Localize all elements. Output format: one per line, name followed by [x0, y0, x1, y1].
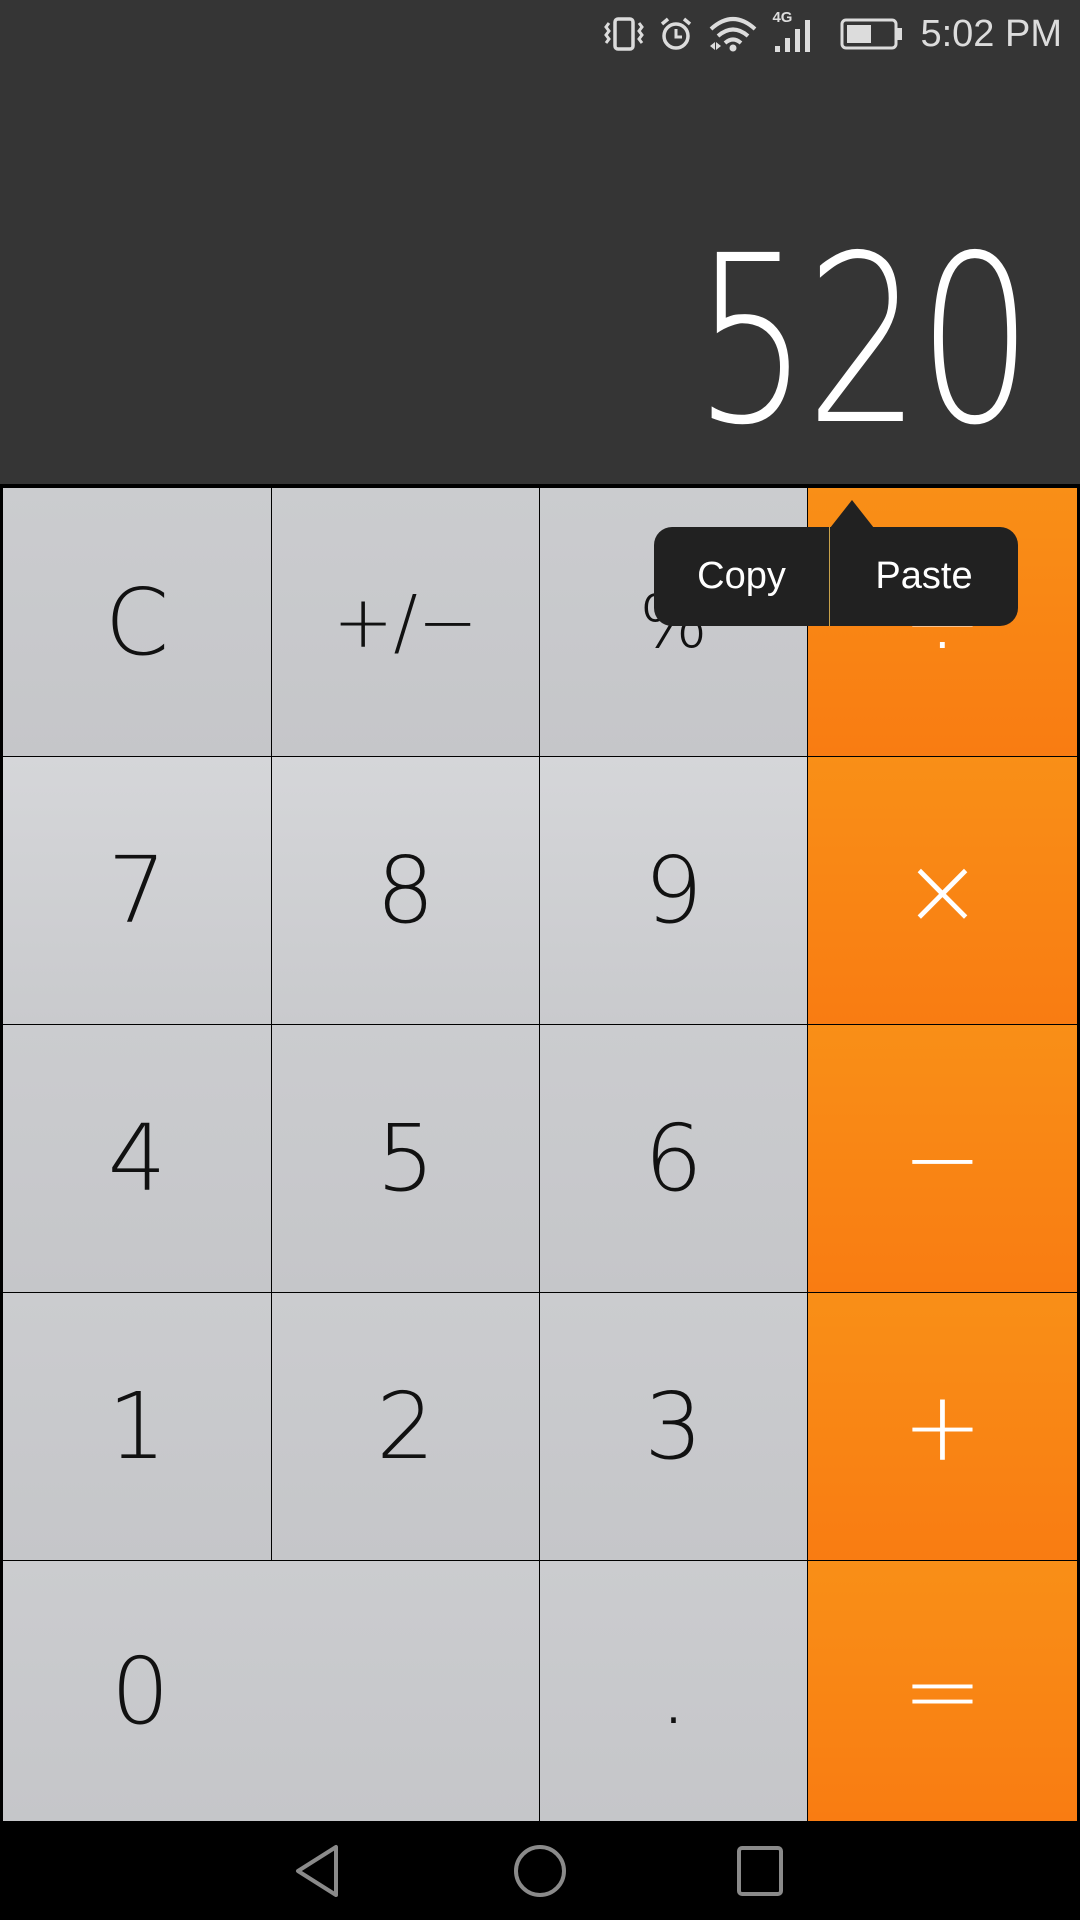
digit-3-button[interactable]: 3: [540, 1293, 807, 1560]
status-bar: 4G 5:02 PM: [604, 8, 1062, 60]
vibrate-icon: [604, 17, 645, 51]
digit-0-button[interactable]: 0: [3, 1561, 539, 1821]
display-area: 4G 5:02 PM 520: [0, 0, 1080, 484]
digit-6-button[interactable]: 6: [540, 1025, 807, 1292]
digit-5-button[interactable]: 5: [272, 1025, 539, 1292]
subtract-button[interactable]: −: [808, 1025, 1077, 1292]
paste-button[interactable]: Paste: [830, 527, 1018, 626]
digit-4-button[interactable]: 4: [3, 1025, 271, 1292]
toggle-sign-button[interactable]: +/−: [272, 488, 539, 756]
add-button[interactable]: +: [808, 1293, 1077, 1560]
alarm-icon: [661, 17, 692, 50]
clock: 5:02 PM: [920, 12, 1062, 55]
recents-icon[interactable]: [736, 1843, 784, 1899]
context-menu-pointer: [830, 500, 874, 528]
keypad: C +/− % ÷ 7 8 9 × 4 5 6 − 1 2 3 + 0 . =: [3, 488, 1077, 1821]
digit-8-button[interactable]: 8: [272, 757, 539, 1024]
result-value: 520: [693, 206, 1033, 476]
digit-7-button[interactable]: 7: [3, 757, 271, 1024]
context-menu: Copy Paste: [654, 527, 1018, 626]
decimal-button[interactable]: .: [540, 1561, 807, 1821]
back-icon[interactable]: [292, 1843, 342, 1899]
digit-9-button[interactable]: 9: [540, 757, 807, 1024]
battery-icon: [840, 18, 903, 50]
digit-2-button[interactable]: 2: [272, 1293, 539, 1560]
navigation-bar: [0, 1821, 1080, 1920]
copy-button[interactable]: Copy: [654, 527, 830, 626]
wifi-icon: [710, 17, 757, 52]
result-display[interactable]: 520: [599, 206, 1033, 476]
multiply-button[interactable]: ×: [808, 757, 1077, 1024]
digit-1-button[interactable]: 1: [3, 1293, 271, 1560]
equals-button[interactable]: =: [808, 1561, 1077, 1821]
signal-4g-icon: 4G: [772, 9, 814, 55]
home-icon[interactable]: [512, 1843, 568, 1899]
clear-button[interactable]: C: [3, 488, 271, 756]
